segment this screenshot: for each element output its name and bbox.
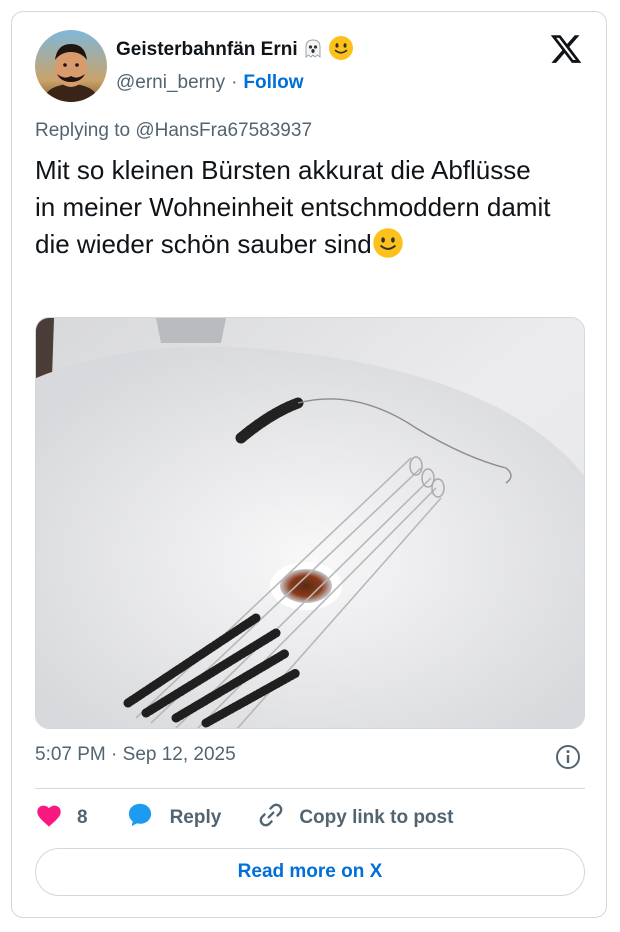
avatar[interactable] bbox=[35, 30, 107, 102]
read-more-button[interactable]: Read more on X bbox=[35, 848, 585, 896]
separator-dot: · bbox=[231, 72, 238, 93]
author-handle-row: @erni_berny · Follow bbox=[116, 70, 304, 96]
smiling-face-emoji-icon bbox=[372, 227, 404, 259]
like-button[interactable]: 8 bbox=[35, 802, 88, 834]
author-name-row: Geisterbahnfän Erni bbox=[116, 35, 354, 66]
tweet-body: Mit so kleinen Bürsten akkurat die Abflü… bbox=[35, 155, 551, 259]
follow-button[interactable]: Follow bbox=[243, 72, 303, 94]
heart-icon bbox=[35, 802, 63, 834]
tweet-photo[interactable] bbox=[35, 317, 585, 729]
copy-link-label: Copy link to post bbox=[299, 807, 454, 828]
reply-label: Reply bbox=[169, 807, 222, 828]
divider bbox=[35, 788, 585, 789]
reply-button[interactable]: Reply bbox=[126, 801, 222, 835]
action-bar: 8 Reply Copy link to post bbox=[35, 800, 453, 836]
speech-bubble-icon bbox=[126, 801, 154, 835]
x-logo-icon[interactable] bbox=[549, 32, 583, 66]
avatar-image bbox=[35, 30, 107, 102]
copy-link-button[interactable]: Copy link to post bbox=[257, 801, 453, 835]
author-handle[interactable]: @erni_berny bbox=[116, 72, 225, 94]
author-display-name[interactable]: Geisterbahnfän Erni bbox=[116, 39, 298, 61]
replying-to-text[interactable]: Replying to @HansFra67583937 bbox=[35, 120, 312, 142]
info-icon[interactable] bbox=[554, 743, 582, 771]
sink-photo-image bbox=[36, 318, 584, 728]
ghost-emoji-icon bbox=[302, 37, 324, 64]
tweet-timestamp[interactable]: 5:07 PM · Sep 12, 2025 bbox=[35, 744, 236, 766]
tweet-text: Mit so kleinen Bürsten akkurat die Abflü… bbox=[35, 152, 555, 263]
like-count: 8 bbox=[77, 807, 88, 828]
smiling-face-emoji-icon bbox=[328, 35, 354, 66]
link-icon bbox=[257, 801, 285, 835]
